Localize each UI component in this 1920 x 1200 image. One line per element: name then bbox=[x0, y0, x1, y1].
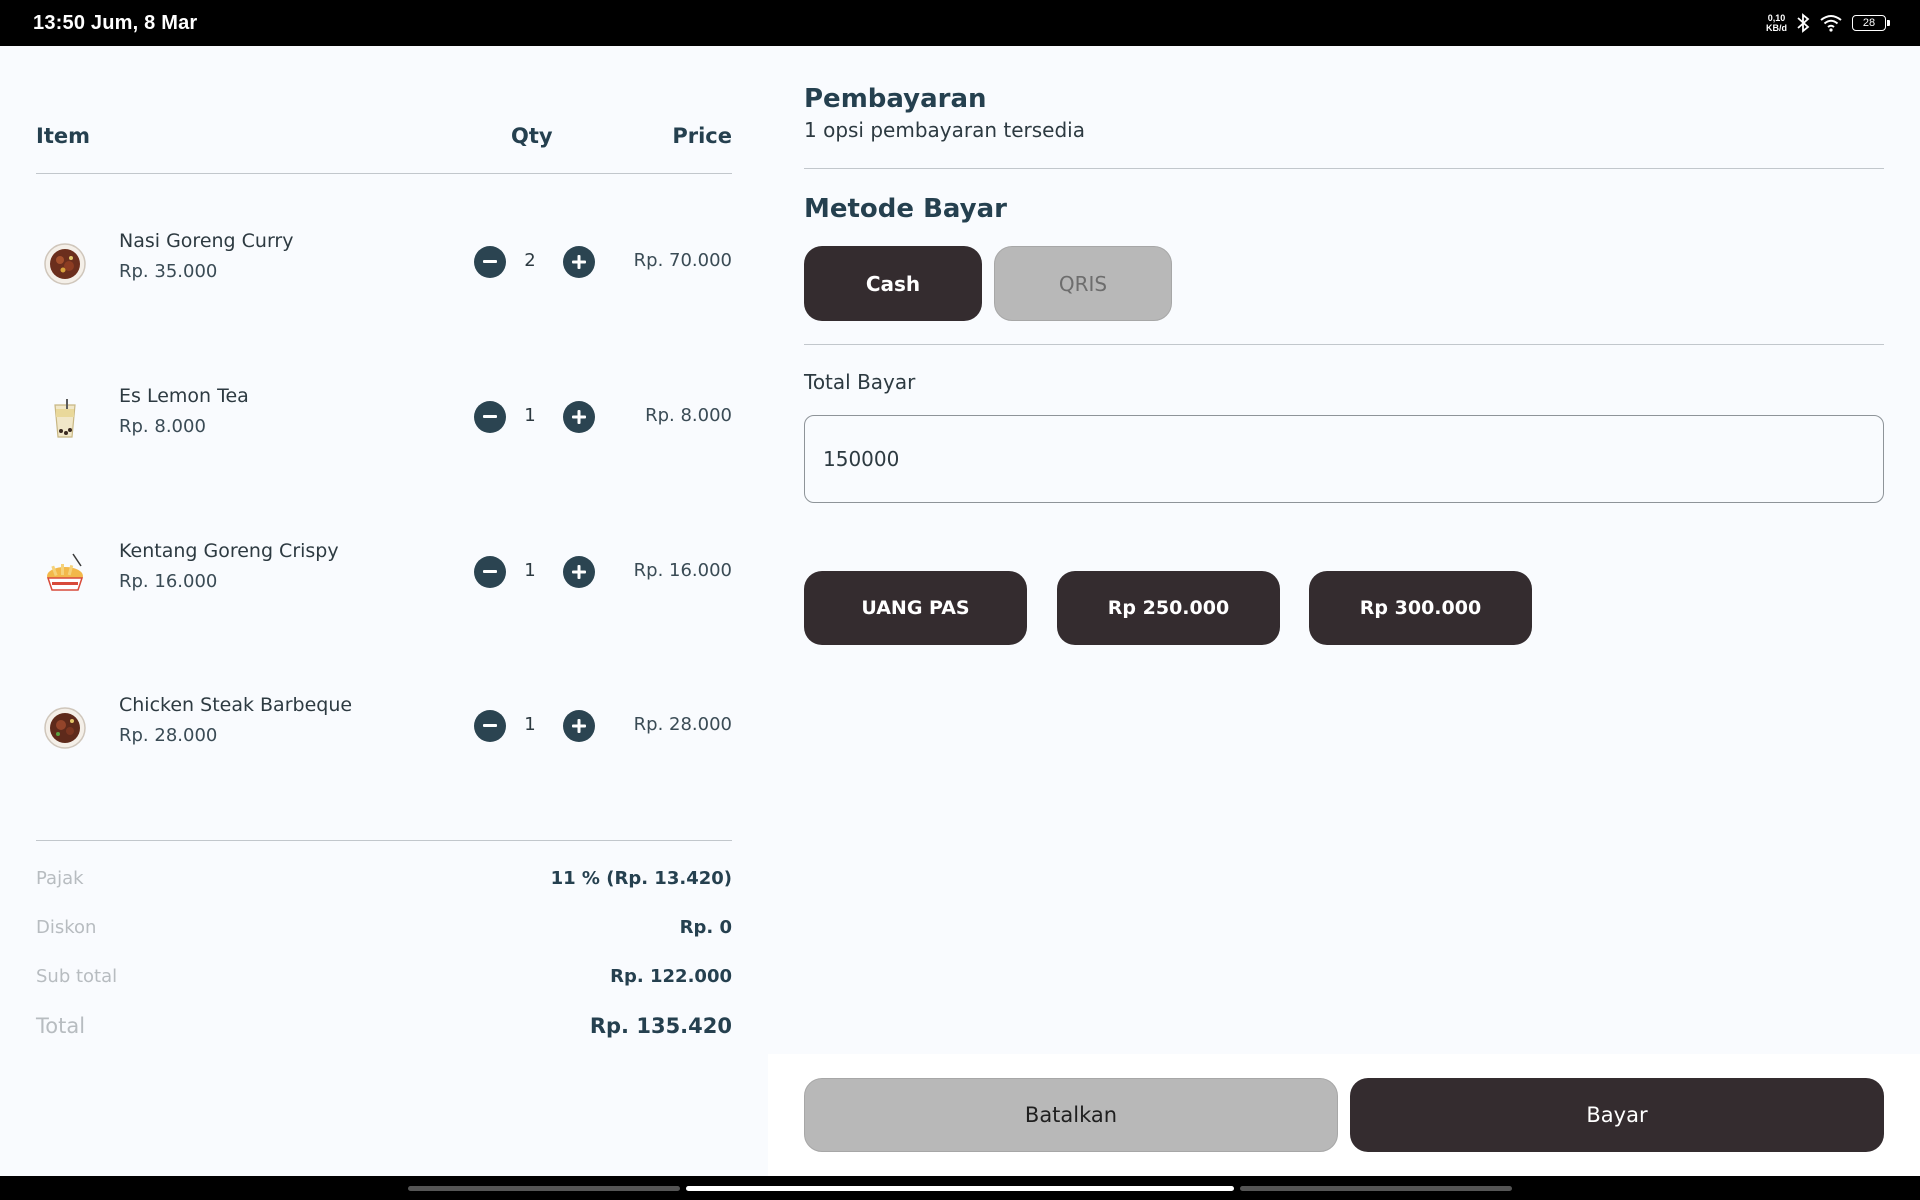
cart-row: Kentang Goreng Crispy Rp. 16.000 1 Rp. 1… bbox=[36, 532, 732, 612]
navigation-bar bbox=[0, 1176, 1920, 1200]
plus-icon bbox=[572, 255, 586, 269]
cart-panel: Item Qty Price Nasi Goreng Curry Rp. 35.… bbox=[36, 46, 732, 1176]
total-value: Rp. 135.420 bbox=[589, 1014, 732, 1038]
discount-value: Rp. 0 bbox=[679, 917, 732, 938]
item-qty: 2 bbox=[524, 250, 536, 271]
plus-icon bbox=[572, 719, 586, 733]
summary-divider bbox=[36, 840, 732, 841]
item-unit-price: Rp. 16.000 bbox=[119, 571, 218, 592]
increase-qty-button[interactable] bbox=[563, 401, 595, 433]
method-cash-button[interactable]: Cash bbox=[804, 246, 982, 321]
cart-header: Item Qty Price bbox=[36, 124, 732, 174]
quick-amount-exact-button[interactable]: UANG PAS bbox=[804, 571, 1027, 645]
header-qty: Qty bbox=[511, 124, 553, 148]
item-unit-price: Rp. 28.000 bbox=[119, 725, 218, 746]
cart-row: Chicken Steak Barbeque Rp. 28.000 1 Rp. … bbox=[36, 686, 732, 766]
method-qris-button[interactable]: QRIS bbox=[994, 246, 1172, 321]
item-qty: 1 bbox=[524, 405, 536, 426]
tax-value: 11 % (Rp. 13.420) bbox=[550, 868, 732, 889]
wifi-icon bbox=[1820, 15, 1842, 32]
nav-segment-left[interactable] bbox=[408, 1186, 680, 1191]
cart-row: Es Lemon Tea Rp. 8.000 1 Rp. 8.000 bbox=[36, 377, 732, 457]
minus-icon bbox=[483, 260, 497, 263]
status-bar: 13:50 Jum, 8 Mar 0,10 KB/d 28 bbox=[0, 0, 1920, 46]
item-name: Chicken Steak Barbeque bbox=[119, 694, 353, 716]
action-bar: Batalkan Bayar bbox=[768, 1054, 1920, 1176]
item-unit-price: Rp. 8.000 bbox=[119, 416, 206, 437]
payment-title: Pembayaran bbox=[804, 84, 987, 114]
quick-amount-250k-button[interactable]: Rp 250.000 bbox=[1057, 571, 1280, 645]
header-item: Item bbox=[36, 124, 90, 148]
decrease-qty-button[interactable] bbox=[474, 710, 506, 742]
increase-qty-button[interactable] bbox=[563, 710, 595, 742]
decrease-qty-button[interactable] bbox=[474, 246, 506, 278]
network-speed-value: 0,10 bbox=[1767, 13, 1786, 23]
bluetooth-icon bbox=[1797, 13, 1810, 33]
cart-row: Nasi Goreng Curry Rp. 35.000 2 Rp. 70.00… bbox=[36, 222, 732, 302]
item-unit-price: Rp. 35.000 bbox=[119, 261, 218, 282]
item-total: Rp. 8.000 bbox=[645, 405, 732, 426]
status-icons: 0,10 KB/d 28 bbox=[1766, 13, 1890, 33]
cancel-button[interactable]: Batalkan bbox=[804, 1078, 1338, 1152]
item-total: Rp. 28.000 bbox=[633, 714, 732, 735]
nav-home-handle[interactable] bbox=[686, 1186, 1234, 1191]
battery-icon: 28 bbox=[1852, 15, 1890, 31]
fried-rice-icon bbox=[44, 243, 86, 285]
discount-label: Diskon bbox=[36, 917, 97, 938]
quick-amount-300k-button[interactable]: Rp 300.000 bbox=[1309, 571, 1532, 645]
pay-button[interactable]: Bayar bbox=[1350, 1078, 1884, 1152]
increase-qty-button[interactable] bbox=[563, 556, 595, 588]
payment-divider-mid bbox=[804, 344, 1884, 345]
header-price: Price bbox=[672, 124, 732, 148]
increase-qty-button[interactable] bbox=[563, 246, 595, 278]
subtotal-label: Sub total bbox=[36, 966, 118, 987]
steak-icon bbox=[44, 707, 86, 749]
item-qty: 1 bbox=[524, 714, 536, 735]
item-total: Rp. 16.000 bbox=[633, 560, 732, 581]
minus-icon bbox=[483, 415, 497, 418]
item-total: Rp. 70.000 bbox=[633, 250, 732, 271]
french-fries-icon bbox=[46, 553, 84, 591]
iced-tea-icon bbox=[54, 399, 76, 438]
network-speed: 0,10 KB/d bbox=[1766, 13, 1787, 33]
status-clock: 13:50 Jum, 8 Mar bbox=[33, 11, 198, 34]
item-name: Nasi Goreng Curry bbox=[119, 230, 294, 252]
item-name: Kentang Goreng Crispy bbox=[119, 540, 339, 562]
decrease-qty-button[interactable] bbox=[474, 556, 506, 588]
plus-icon bbox=[572, 410, 586, 424]
payment-divider-top bbox=[804, 168, 1884, 169]
method-title: Metode Bayar bbox=[804, 194, 1007, 224]
network-speed-unit: KB/d bbox=[1766, 23, 1787, 33]
minus-icon bbox=[483, 570, 497, 573]
subtotal-value: Rp. 122.000 bbox=[610, 966, 732, 987]
tax-label: Pajak bbox=[36, 868, 84, 889]
decrease-qty-button[interactable] bbox=[474, 401, 506, 433]
total-pay-label: Total Bayar bbox=[804, 370, 916, 394]
total-label: Total bbox=[36, 1014, 86, 1038]
payment-subtitle: 1 opsi pembayaran tersedia bbox=[804, 118, 1085, 142]
item-qty: 1 bbox=[524, 560, 536, 581]
plus-icon bbox=[572, 565, 586, 579]
item-name: Es Lemon Tea bbox=[119, 385, 249, 407]
total-pay-input[interactable] bbox=[804, 415, 1884, 503]
minus-icon bbox=[483, 724, 497, 727]
nav-segment-right[interactable] bbox=[1240, 1186, 1512, 1191]
